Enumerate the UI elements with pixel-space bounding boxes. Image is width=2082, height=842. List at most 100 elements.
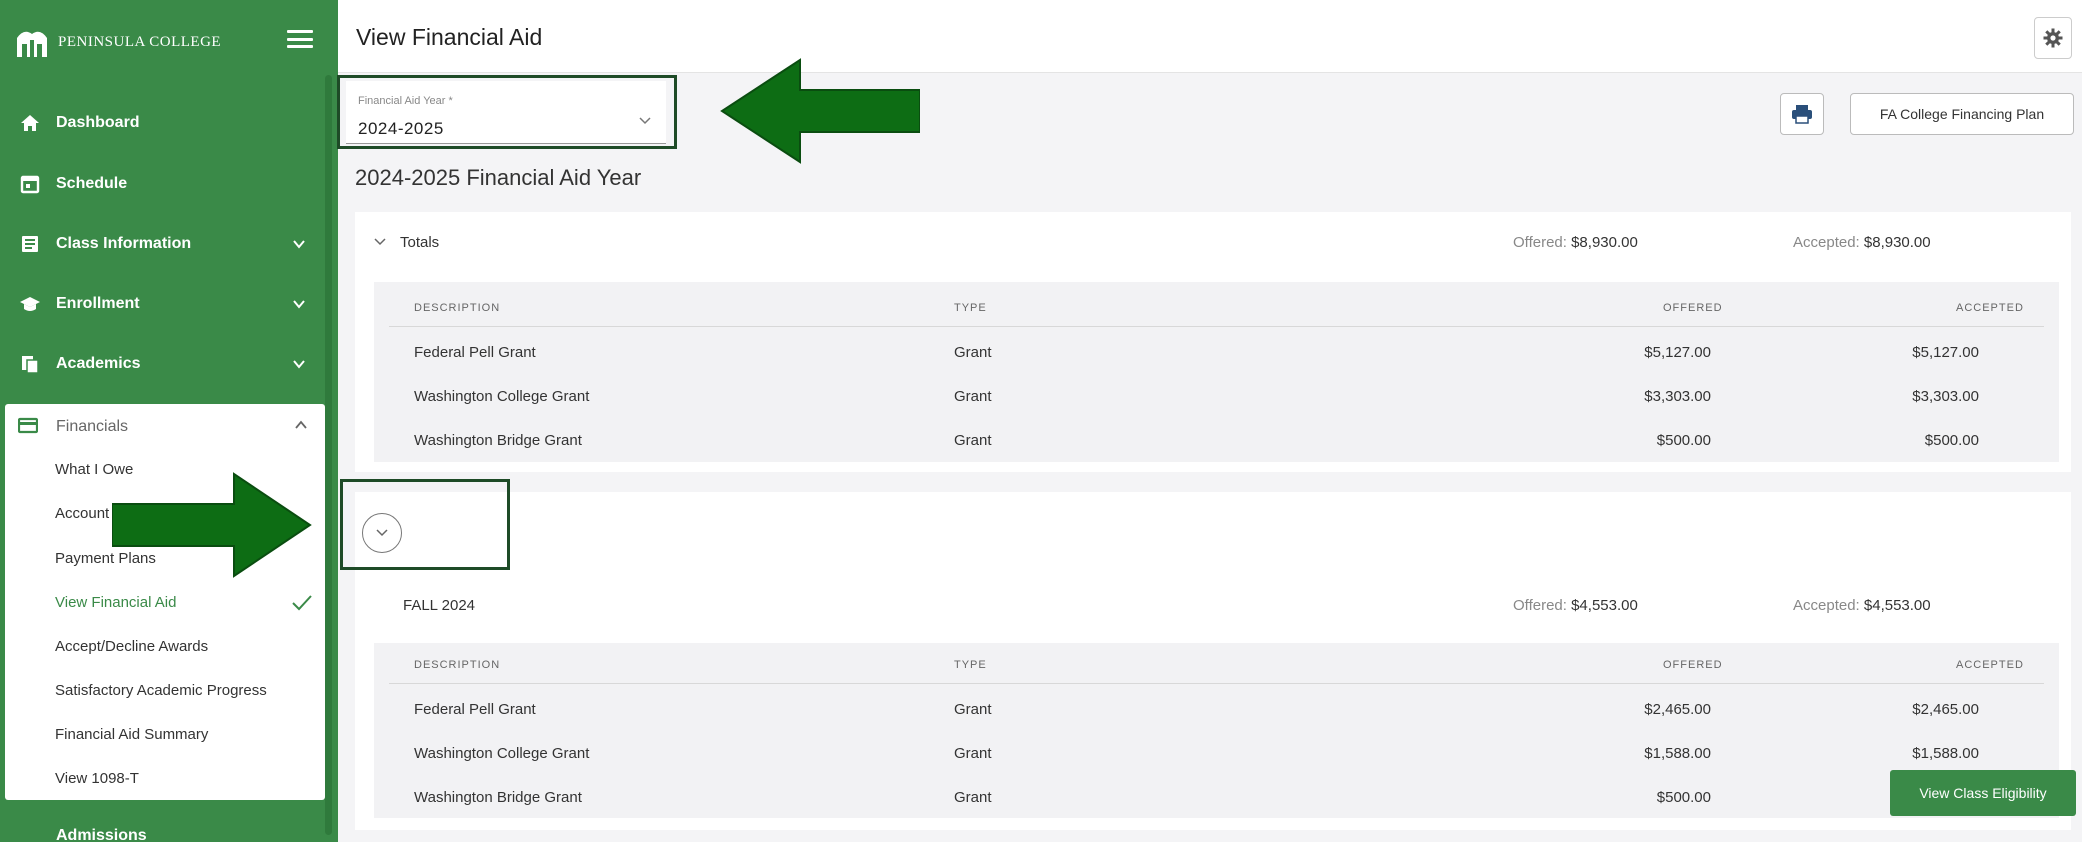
row-type: Grant [954,745,992,762]
year-heading: 2024-2025 Financial Aid Year [355,165,642,190]
checkmark-icon [292,595,312,611]
nav-item-academics[interactable]: Academics [0,337,326,391]
graduation-cap-icon [20,297,40,311]
row-accepted: $5,127.00 [1912,344,1979,361]
totals-title[interactable]: Totals [400,234,439,251]
list-icon [22,236,38,252]
fall-table: DESCRIPTION TYPE OFFERED ACCEPTED Federa… [374,643,2059,818]
nav-label: Schedule [56,175,128,192]
nav-item-financials[interactable]: Financials [5,404,325,446]
nav-label: Financials [56,418,129,435]
row-offered: $500.00 [1656,432,1711,449]
nav-item-enrollment[interactable]: Enrollment [0,277,326,331]
nav-label: Class Information [56,235,192,252]
submenu-accept-decline-awards[interactable]: Accept/Decline Awards [55,638,208,655]
offered-label: Offered: [1513,234,1567,251]
row-accepted: $2,465.00 [1912,701,1979,718]
totals-offered-value: $8,930.00 [1571,234,1638,251]
nav-label: Academics [56,355,141,372]
settings-button[interactable] [2034,17,2072,59]
annotation-box-year-select [337,75,677,149]
row-accepted: $3,303.00 [1912,388,1979,405]
row-description: Federal Pell Grant [414,701,536,718]
col-header-description: DESCRIPTION [414,302,501,314]
row-offered: $500.00 [1656,789,1711,806]
totals-accepted: Accepted: $8,930.00 [1793,234,1931,251]
totals-table: DESCRIPTION TYPE OFFERED ACCEPTED Federa… [374,282,2059,462]
row-type: Grant [954,388,992,405]
print-icon [1792,105,1812,124]
credit-card-icon [18,417,38,434]
fall-2024-card: FALL 2024 Offered: $4,553.00 Accepted: $… [355,492,2076,830]
col-header-offered: OFFERED [1663,659,1723,671]
row-type: Grant [954,432,992,449]
fall-offered-value: $4,553.00 [1571,597,1638,614]
page-title: View Financial Aid [356,24,543,50]
totals-offered: Offered: $8,930.00 [1513,234,1638,251]
fa-college-financing-plan-button[interactable]: FA College Financing Plan [1850,93,2074,135]
submenu-financial-aid-summary[interactable]: Financial Aid Summary [55,726,208,743]
left-arrow-icon [720,58,920,164]
chevron-down-icon [293,360,305,369]
col-header-accepted: ACCEPTED [1956,302,2024,314]
page-header: View Financial Aid [338,0,2082,73]
row-description: Washington College Grant [414,388,590,405]
row-offered: $5,127.00 [1644,344,1711,361]
fall-accepted: Accepted: $4,553.00 [1793,597,1931,614]
submenu-account[interactable]: Account [55,505,109,522]
row-accepted: $500.00 [1924,432,1979,449]
submenu-view-1098t[interactable]: View 1098-T [55,770,139,787]
nav-label: Admissions [56,827,147,842]
nav-item-class-information[interactable]: Class Information [0,217,326,271]
col-header-accepted: ACCEPTED [1956,659,2024,671]
row-description: Federal Pell Grant [414,344,536,361]
hamburger-menu-icon[interactable] [287,30,313,48]
offered-label: Offered: [1513,597,1567,614]
nav-item-schedule[interactable]: Schedule [0,157,326,211]
right-arrow-icon [112,472,312,578]
annotation-box-fall-toggle [340,479,510,570]
row-type: Grant [954,701,992,718]
submenu-satisfactory-academic-progress[interactable]: Satisfactory Academic Progress [55,682,267,699]
totals-card: Totals Offered: $8,930.00 Accepted: $8,9… [355,212,2071,472]
row-type: Grant [954,344,992,361]
accepted-label: Accepted: [1793,597,1860,614]
row-offered: $3,303.00 [1644,388,1711,405]
nav-label: Dashboard [56,114,140,131]
view-class-eligibility-button[interactable]: View Class Eligibility [1890,770,2076,816]
row-accepted: $1,588.00 [1912,745,1979,762]
nav-item-admissions[interactable]: Admissions [0,815,326,842]
sidebar: PENINSULA COLLEGE Dashboard Schedule Cla… [0,0,338,842]
header-divider [389,683,2044,684]
row-type: Grant [954,789,992,806]
gear-icon [2043,28,2063,48]
submenu-view-financial-aid[interactable]: View Financial Aid [55,594,176,611]
home-icon [21,115,39,131]
row-offered: $2,465.00 [1644,701,1711,718]
col-header-type: TYPE [954,659,987,671]
documents-icon [22,356,39,374]
chevron-down-icon [293,300,305,309]
col-header-offered: OFFERED [1663,302,1723,314]
row-offered: $1,588.00 [1644,745,1711,762]
row-description: Washington College Grant [414,745,590,762]
chevron-down-icon [293,240,305,249]
brand-name: PENINSULA COLLEGE [58,33,222,50]
chevron-up-icon [295,420,307,429]
fall-offered: Offered: $4,553.00 [1513,597,1638,614]
financials-submenu: Financials What I Owe Account Payment Pl… [5,404,325,800]
print-button[interactable] [1780,93,1824,135]
fall-title[interactable]: FALL 2024 [403,597,475,614]
row-description: Washington Bridge Grant [414,789,582,806]
accepted-label: Accepted: [1793,234,1860,251]
brand[interactable]: PENINSULA COLLEGE [14,18,221,66]
calendar-icon [20,175,40,194]
sidebar-scrollbar[interactable] [325,75,332,835]
nav-item-dashboard[interactable]: Dashboard [0,96,326,150]
nav-label: Enrollment [56,295,140,312]
row-description: Washington Bridge Grant [414,432,582,449]
chevron-down-icon[interactable] [373,235,387,249]
college-logo-icon [17,31,47,57]
col-header-type: TYPE [954,302,987,314]
main-content: Financial Aid Year * 2024-2025 FA Colleg… [338,73,2082,842]
